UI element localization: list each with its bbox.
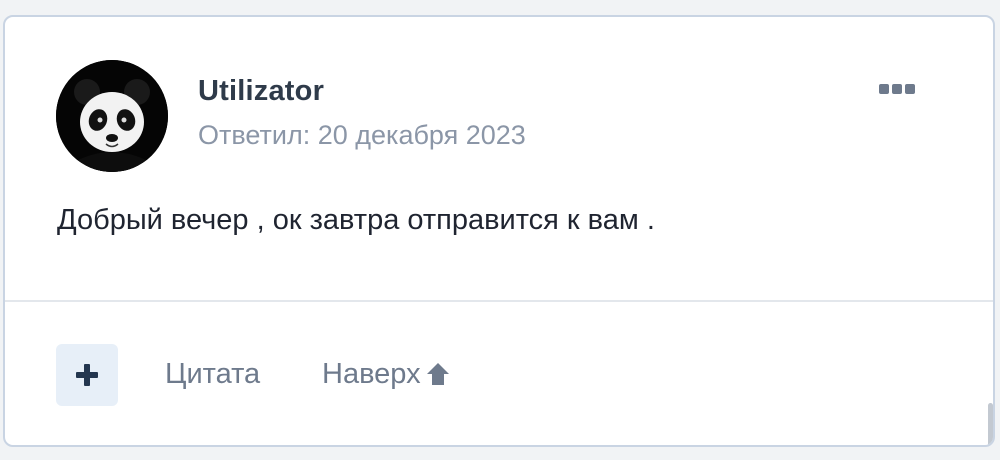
scroll-top-label: Наверх	[322, 358, 421, 390]
post-date: Ответил: 20 декабря 2023	[198, 120, 526, 150]
quote-button[interactable]: Цитата	[165, 358, 260, 391]
scroll-top-button[interactable]: Наверх	[322, 358, 451, 391]
more-options-icon	[879, 84, 889, 94]
plus-icon	[76, 364, 98, 386]
post-card: Utilizator Ответил: 20 декабря 2023 Добр…	[3, 15, 995, 447]
panda-avatar-icon	[56, 60, 168, 172]
add-reaction-button[interactable]	[56, 344, 118, 406]
avatar[interactable]	[56, 60, 168, 172]
divider	[5, 300, 993, 302]
more-options-button[interactable]	[869, 75, 925, 103]
scrollbar[interactable]	[988, 403, 993, 445]
author-name[interactable]: Utilizator	[198, 75, 324, 108]
arrow-up-icon	[426, 362, 449, 385]
post-text: Добрый вечер , ок завтра отправится к ва…	[57, 204, 655, 236]
more-options-icon-dot	[892, 84, 902, 94]
more-options-icon-dot	[905, 84, 915, 94]
